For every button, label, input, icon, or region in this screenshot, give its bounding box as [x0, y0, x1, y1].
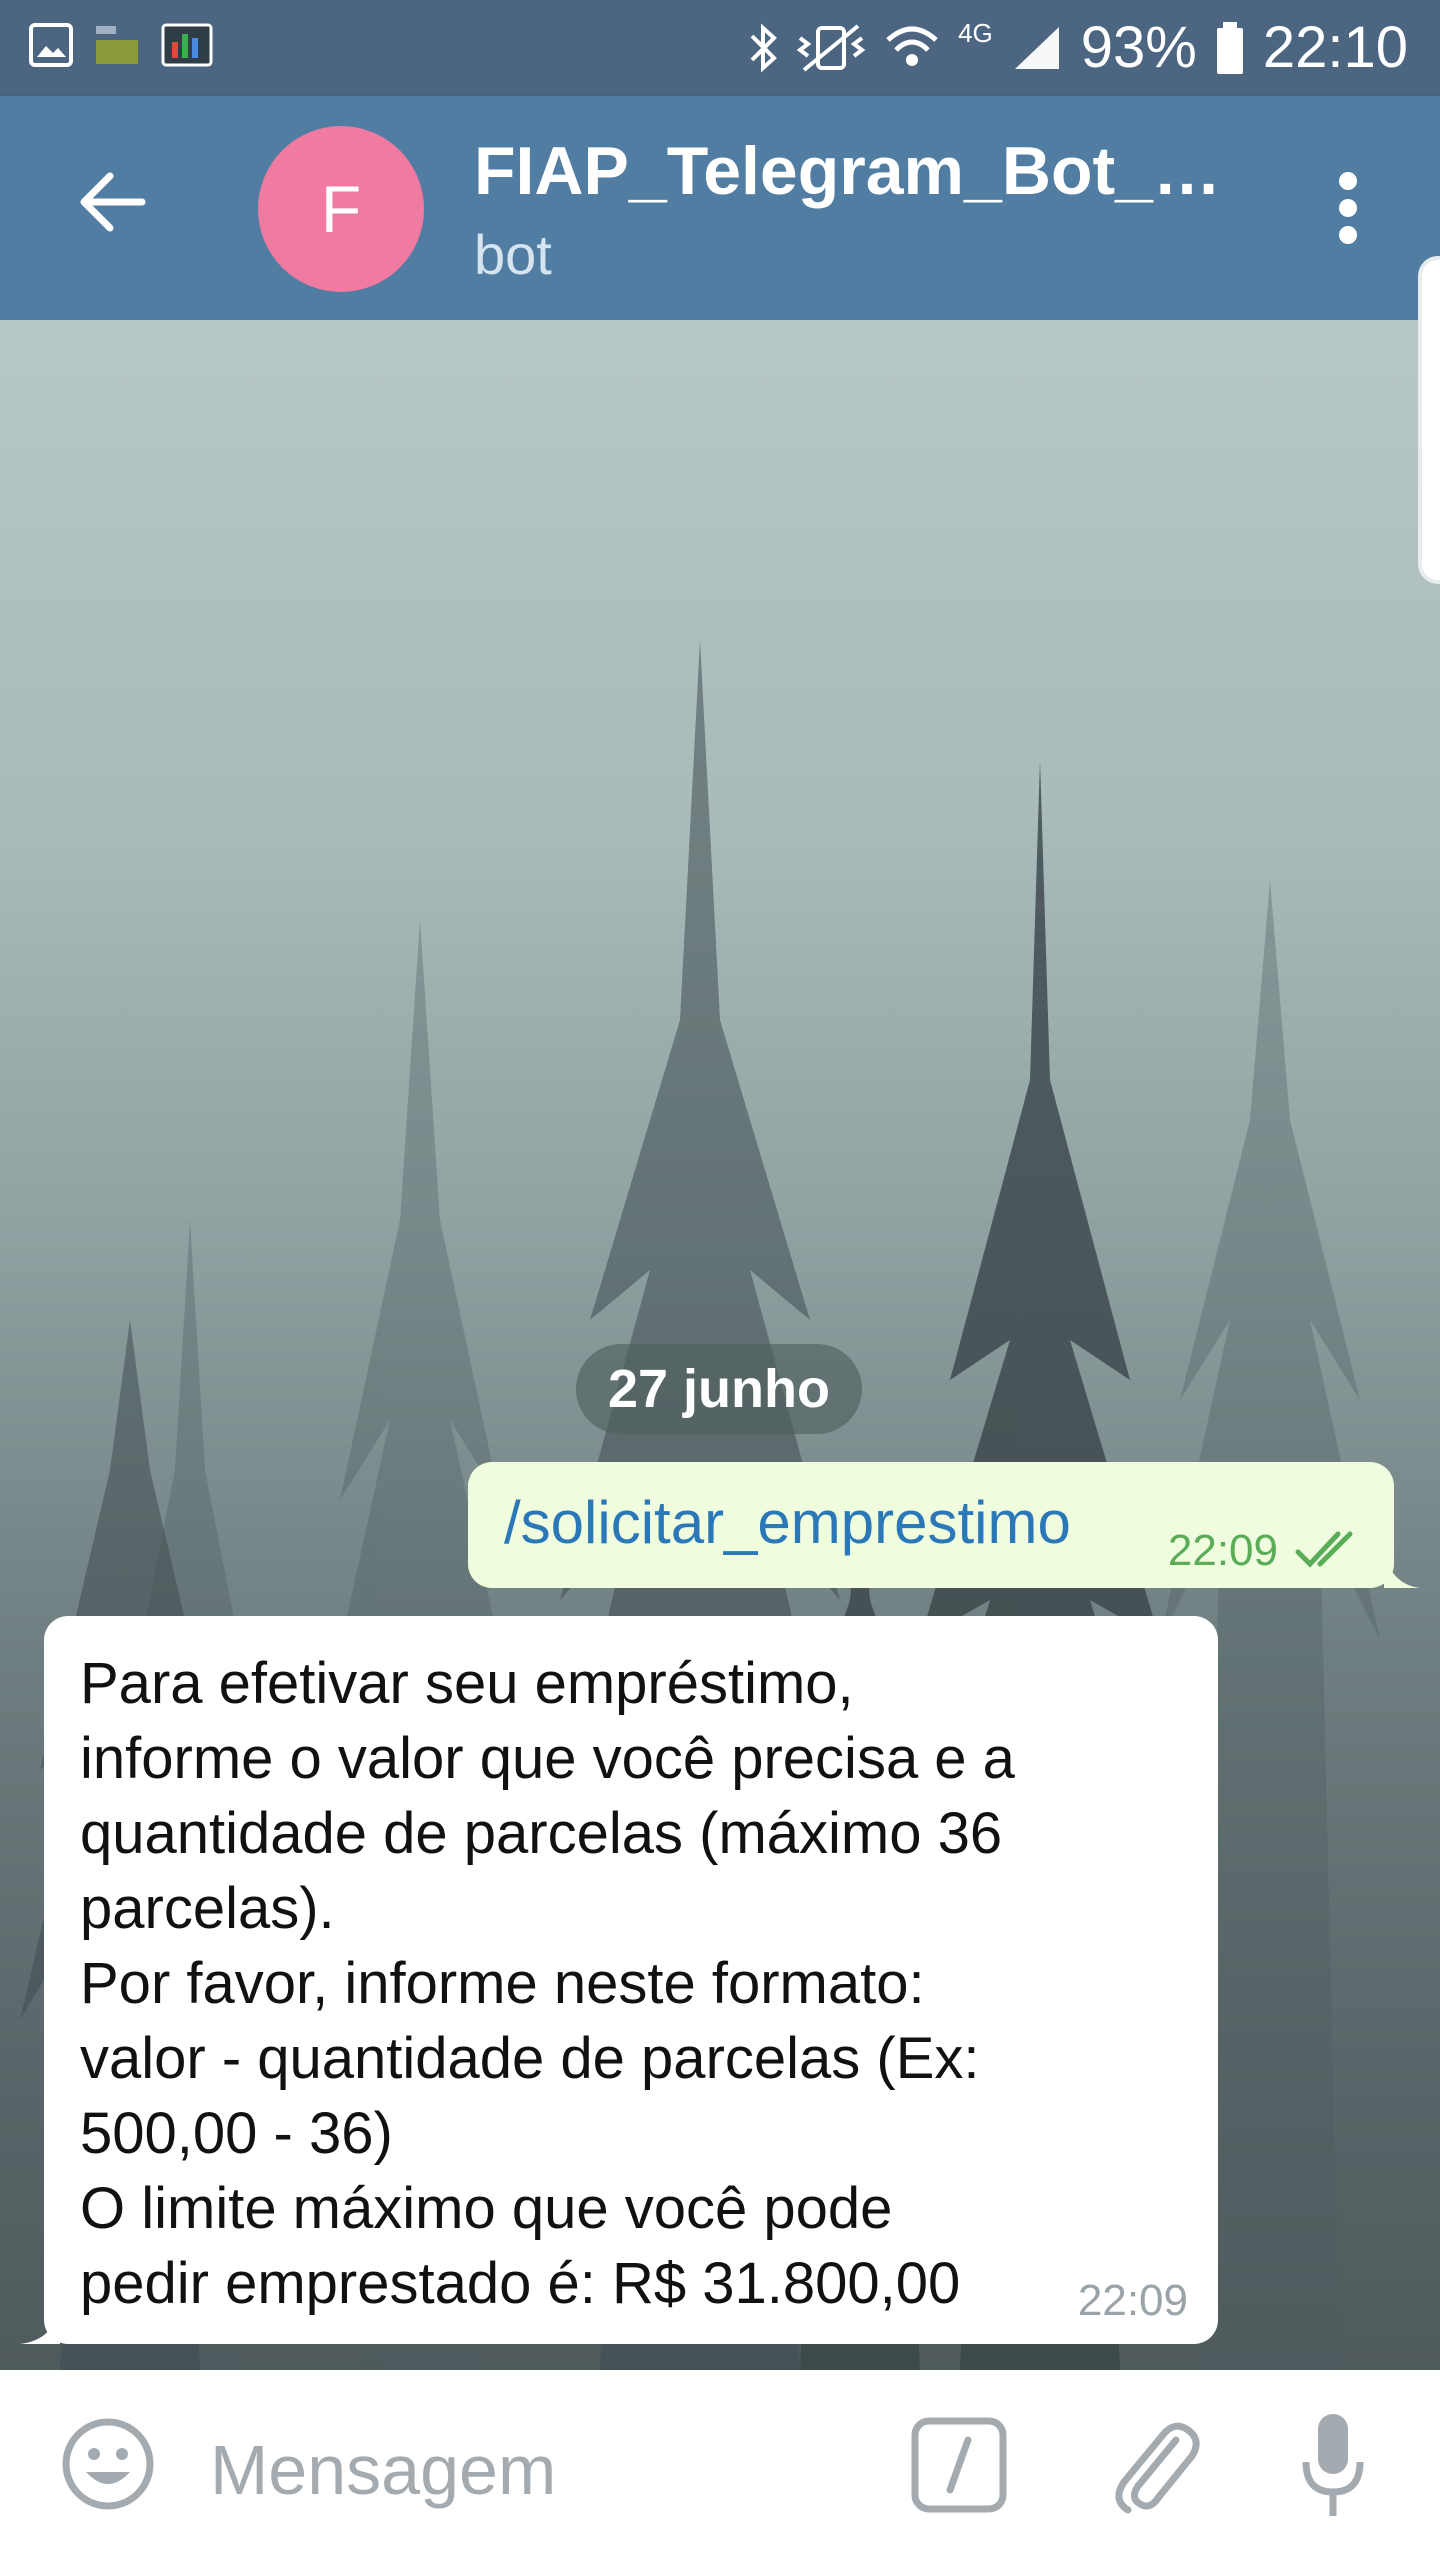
message-line: Para efetivar seu empréstimo,: [80, 1651, 854, 1716]
chat-subtitle: bot: [474, 223, 552, 286]
message-line: O limite máximo que você pode: [80, 2176, 893, 2241]
vibrate-icon: [796, 23, 866, 72]
signal-icon: [1014, 26, 1059, 69]
emoji-icon[interactable]: [60, 2416, 156, 2512]
avatar[interactable]: F: [258, 126, 424, 292]
message-text: Para efetivar seu empréstimo, informe o …: [80, 1646, 1015, 2321]
bot-command-link[interactable]: /solicitar_emprestimo: [504, 1488, 1071, 1557]
scroll-indicator[interactable]: [1418, 256, 1440, 584]
mic-icon[interactable]: [1298, 2410, 1368, 2522]
bot-command-icon[interactable]: [910, 2416, 1008, 2514]
message-line: quantidade de parcelas (máximo 36: [80, 1801, 1003, 1866]
status-bar: 4G 93% 22:10: [0, 0, 1440, 96]
message-line: informe o valor que você precisa e a: [80, 1726, 1015, 1791]
system-status: 4G 93% 22:10: [748, 14, 1408, 81]
wifi-icon: [886, 26, 938, 66]
battery-percent: 93%: [1080, 15, 1197, 80]
date-separator: 27 junho: [576, 1344, 862, 1434]
chat-title[interactable]: FIAP_Telegram_Bot_D...: [474, 132, 1254, 210]
notification-icons: [28, 22, 214, 68]
overflow-menu-icon[interactable]: [1336, 172, 1360, 244]
message-line: Por favor, informe neste formato:: [80, 1951, 925, 2016]
attach-icon[interactable]: [1106, 2410, 1202, 2518]
message-input[interactable]: Mensagem: [210, 2430, 556, 2510]
image-icon: [29, 23, 73, 67]
message-line: parcelas).: [80, 1876, 335, 1941]
message-time: 22:09: [1077, 2276, 1188, 2325]
chart-app-icon: [161, 23, 213, 67]
data-icon: [96, 26, 138, 64]
clock: 22:10: [1262, 15, 1408, 80]
message-composer: Mensagem: [0, 2370, 1440, 2560]
outgoing-message[interactable]: /solicitar_emprestimo 22:09: [468, 1462, 1394, 1588]
message-line: valor - quantidade de parcelas (Ex:: [80, 2026, 980, 2091]
chat-header: F FIAP_Telegram_Bot_D... bot: [0, 96, 1440, 320]
network-label: 4G: [958, 18, 993, 48]
battery-icon: [1216, 21, 1243, 74]
message-line: pedir emprestado é: R$ 31.800,00: [80, 2251, 961, 2316]
incoming-bubble-tail: [20, 2306, 60, 2344]
back-arrow-icon[interactable]: [76, 166, 148, 238]
double-check-icon: [1295, 1531, 1353, 1568]
message-time: 22:09: [1167, 1526, 1278, 1575]
incoming-message[interactable]: Para efetivar seu empréstimo, informe o …: [44, 1616, 1218, 2344]
outgoing-bubble-tail: [1384, 1550, 1420, 1588]
bluetooth-icon: [750, 22, 777, 73]
message-line: 500,00 - 36): [80, 2101, 393, 2166]
